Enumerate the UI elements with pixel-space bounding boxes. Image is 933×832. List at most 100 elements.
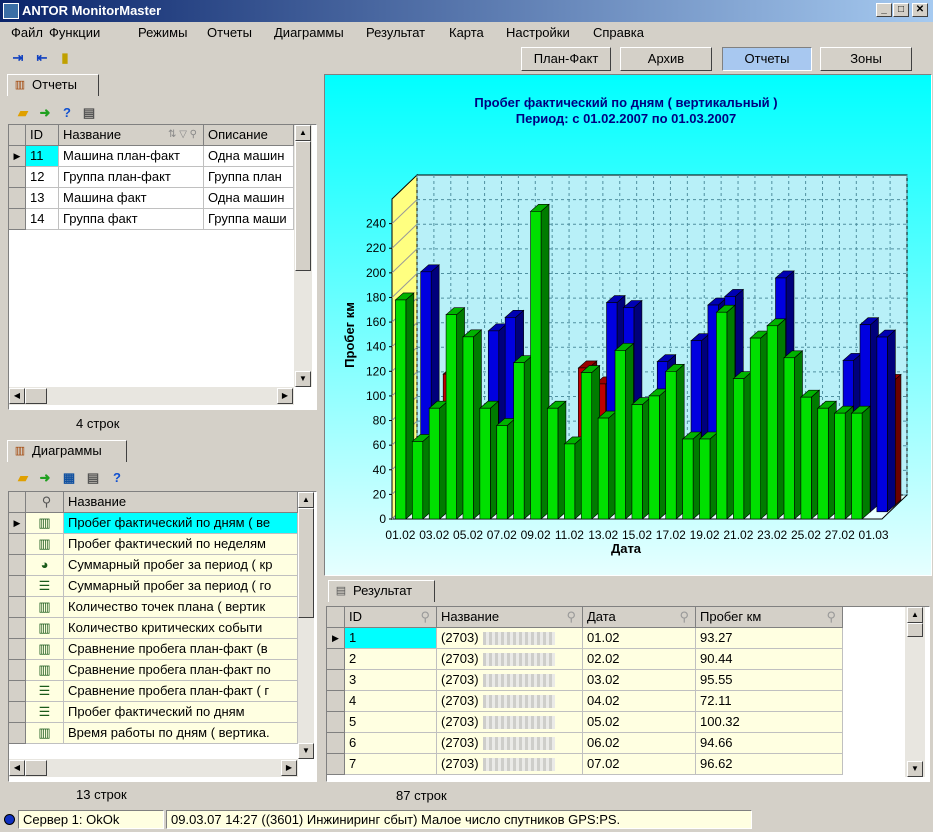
menu-result[interactable]: Результат [366,25,425,40]
arrow-right-icon[interactable]: ➜ [36,469,54,487]
plan-fact-button[interactable]: План-Факт [521,47,611,71]
scroll-thumb[interactable] [25,388,47,404]
table-cell[interactable]: Машина план-факт [59,146,204,167]
table-icon[interactable]: ▦ [60,469,78,487]
scroll-thumb[interactable] [907,623,923,637]
table-cell[interactable]: Группа план-факт [59,167,204,188]
menu-reports[interactable]: Отчеты [207,25,252,40]
table-cell[interactable]: 93.27 [696,628,843,649]
tab-result[interactable]: ▤ Результат [328,580,435,602]
binoculars-icon[interactable]: ⚲ [26,492,64,513]
scroll-right-icon[interactable]: ▶ [281,760,297,776]
diagram-list-item[interactable]: Суммарный пробег за период ( го [64,576,298,597]
menu-map[interactable]: Карта [449,25,484,40]
table-cell[interactable]: (2703) [437,628,583,649]
bar-chart-icon[interactable]: ▥ [26,723,64,744]
bar-chart-icon[interactable]: ▥ [26,639,64,660]
column-id[interactable]: ID ⚲ [345,607,437,628]
archive-button[interactable]: Архив [620,47,712,71]
scroll-left-icon[interactable]: ◀ [9,760,25,776]
tab-diagrams[interactable]: ▥ Диаграммы [7,440,127,462]
table-cell[interactable]: 100.32 [696,712,843,733]
hbar-chart-icon[interactable]: ☰ [26,681,64,702]
table-cell[interactable]: (2703) [437,733,583,754]
scroll-up-icon[interactable]: ▲ [295,125,311,141]
hbar-chart-icon[interactable]: ☰ [26,576,64,597]
column-name[interactable]: Название ⇅ ▽ ⚲ [59,125,204,146]
table-cell[interactable]: Группа план [204,167,294,188]
search-icon[interactable]: ⚲ [679,607,689,627]
folder-icon[interactable]: ▰ [14,469,32,487]
scroll-down-icon[interactable]: ▼ [907,761,923,777]
table-cell[interactable]: 04.02 [583,691,696,712]
table-cell[interactable]: 12 [26,167,59,188]
scroll-left-icon[interactable]: ◀ [9,388,25,404]
search-icon[interactable]: ⚲ [420,607,430,627]
hbar-chart-icon[interactable]: ☰ [26,702,64,723]
column-mileage[interactable]: Пробег км ⚲ [696,607,843,628]
table-cell[interactable]: 6 [345,733,437,754]
column-date[interactable]: Дата ⚲ [583,607,696,628]
table-cell[interactable]: 7 [345,754,437,775]
door-icon[interactable]: ▮ [56,49,74,67]
scroll-thumb[interactable] [298,508,314,618]
vertical-scrollbar[interactable]: ▲ ▼ [294,125,312,387]
table-cell[interactable]: 01.02 [583,628,696,649]
table-cell[interactable]: 13 [26,188,59,209]
table-cell[interactable]: (2703) [437,691,583,712]
bar-chart-icon[interactable]: ▥ [26,534,64,555]
scroll-up-icon[interactable]: ▲ [298,492,314,508]
diagram-list-item[interactable]: Пробег фактический по дням ( ве [64,513,298,534]
table-cell[interactable]: Одна машин [204,146,294,167]
arrow-right-icon[interactable]: ➜ [36,104,54,122]
minimize-button[interactable]: _ [876,3,892,17]
table-cell[interactable]: 90.44 [696,649,843,670]
vertical-scrollbar[interactable]: ▲ ▼ [298,492,314,759]
table-cell[interactable]: Группа факт [59,209,204,230]
menu-modes[interactable]: Режимы [138,25,187,40]
table-cell[interactable]: Одна машин [204,188,294,209]
scroll-down-icon[interactable]: ▼ [295,371,311,387]
table-cell[interactable]: 3 [345,670,437,691]
help-icon[interactable]: ? [108,469,126,487]
scroll-down-icon[interactable]: ▼ [298,743,314,759]
vertical-scrollbar[interactable]: ▲ ▼ [905,607,925,777]
table-cell[interactable]: 95.55 [696,670,843,691]
table-cell[interactable]: 1 [345,628,437,649]
maximize-button[interactable]: □ [893,3,909,17]
diagram-list-item[interactable]: Пробег фактический по неделям [64,534,298,555]
table-cell[interactable]: 4 [345,691,437,712]
table-cell[interactable]: 14 [26,209,59,230]
table-cell[interactable]: (2703) [437,754,583,775]
scroll-thumb[interactable] [295,141,311,271]
scroll-thumb[interactable] [25,760,47,776]
diagram-list-item[interactable]: Сравнение пробега план-факт ( г [64,681,298,702]
table-cell[interactable]: Машина факт [59,188,204,209]
help-icon[interactable]: ? [58,104,76,122]
diagram-list-item[interactable]: Время работы по дням ( вертика. [64,723,298,744]
menu-settings[interactable]: Настройки [506,25,570,40]
column-name[interactable]: Название ⚲ [437,607,583,628]
logout-icon[interactable]: ⇤ [33,49,51,67]
diagram-list-item[interactable]: Пробег фактический по дням [64,702,298,723]
diagram-list-item[interactable]: Сравнение пробега план-факт (в [64,639,298,660]
table-cell[interactable]: 94.66 [696,733,843,754]
menu-file[interactable]: Файл [11,25,43,40]
tab-reports[interactable]: ▥ Отчеты [7,74,99,96]
table-cell[interactable]: 5 [345,712,437,733]
table-cell[interactable]: 11 [26,146,59,167]
pie-chart-icon[interactable]: ◕ [26,555,64,576]
table-cell[interactable]: 05.02 [583,712,696,733]
document-icon[interactable]: ▤ [80,104,98,122]
table-cell[interactable]: (2703) [437,670,583,691]
menu-functions[interactable]: Функции [49,25,100,40]
table-cell[interactable]: 02.02 [583,649,696,670]
close-button[interactable]: ✕ [912,3,928,17]
bar-chart-icon[interactable]: ▥ [26,618,64,639]
table-cell[interactable]: (2703) [437,712,583,733]
table-cell[interactable]: 06.02 [583,733,696,754]
table-cell[interactable]: 2 [345,649,437,670]
diagram-list-item[interactable]: Количество точек плана ( вертик [64,597,298,618]
table-cell[interactable]: Группа маши [204,209,294,230]
search-icon[interactable]: ⚲ [826,607,836,627]
